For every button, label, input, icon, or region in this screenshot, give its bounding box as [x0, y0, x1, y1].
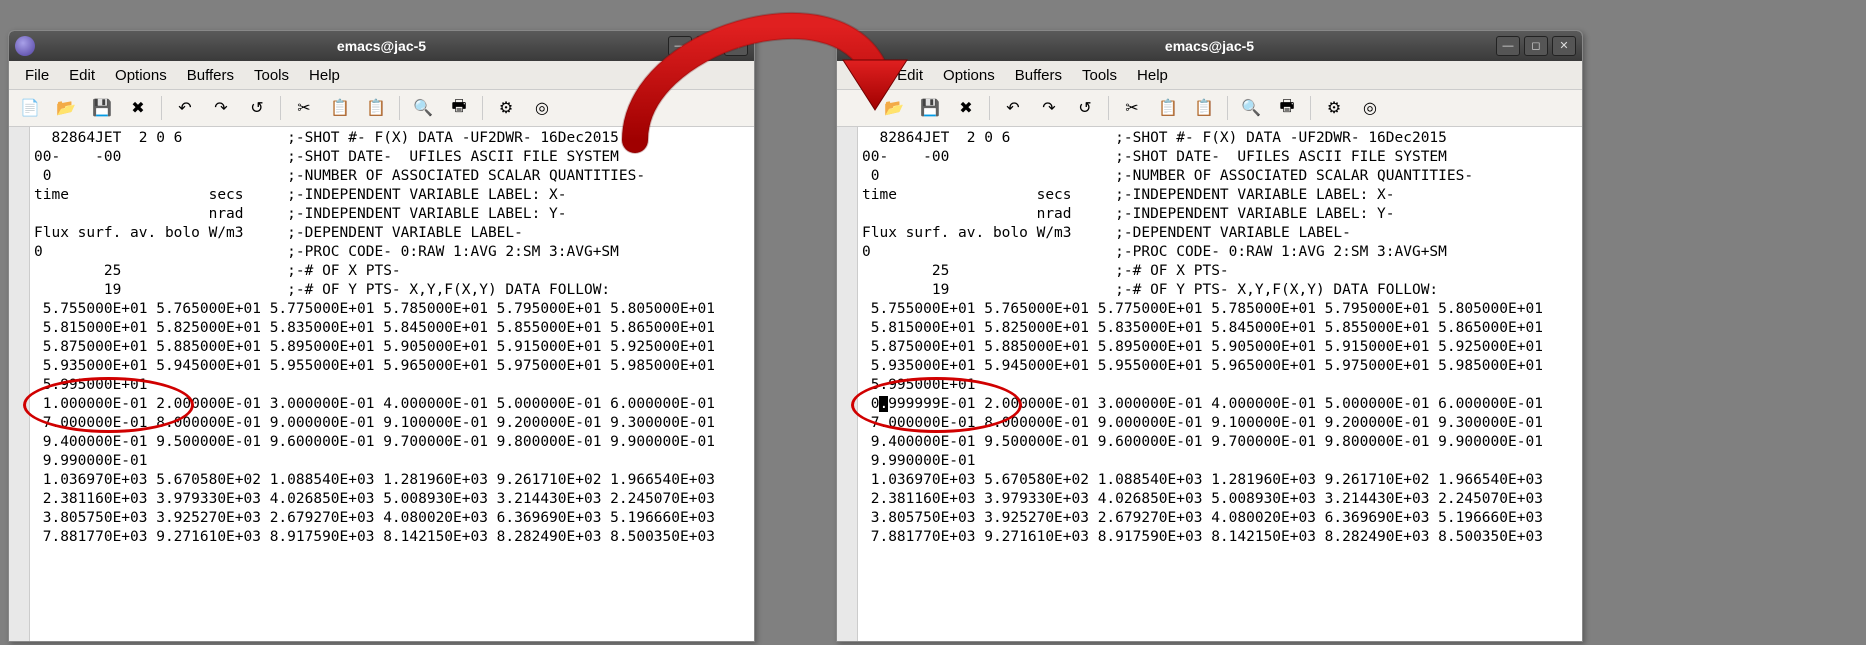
menu-edit[interactable]: Edit	[887, 64, 933, 87]
menu-tools[interactable]: Tools	[1072, 64, 1127, 87]
close-window-button[interactable]: ✕	[724, 36, 748, 56]
editor-area: 82864JET 2 0 6 ;-SHOT #- F(X) DATA -UF2D…	[9, 127, 754, 641]
fringe	[9, 127, 30, 641]
undo-icon[interactable]: ↶	[170, 93, 200, 123]
menu-help[interactable]: Help	[1127, 64, 1178, 87]
save-icon[interactable]: 💾	[87, 93, 117, 123]
toolbar: 📄📂💾✖↶↷↺✂📋📋🔍🖶⚙◎	[9, 90, 754, 127]
cut-icon[interactable]: ✂	[1117, 93, 1147, 123]
minimize-button[interactable]: —	[668, 36, 692, 56]
window-title: emacs@jac-5	[337, 38, 426, 54]
menu-buffers[interactable]: Buffers	[177, 64, 244, 87]
menubar: File Edit Options Buffers Tools Help	[9, 61, 754, 90]
maximize-button[interactable]: ◻	[696, 36, 720, 56]
menu-tools[interactable]: Tools	[244, 64, 299, 87]
redo-icon[interactable]: ↷	[1034, 93, 1064, 123]
help-icon[interactable]: ◎	[527, 93, 557, 123]
copy-icon[interactable]: 📋	[325, 93, 355, 123]
toolbar-separator	[989, 96, 990, 120]
paste-icon[interactable]: 📋	[361, 93, 391, 123]
revert-icon[interactable]: ↺	[1070, 93, 1100, 123]
search-icon[interactable]: 🔍	[1236, 93, 1266, 123]
new-file-icon[interactable]: 📄	[15, 93, 45, 123]
editor-area: 82864JET 2 0 6 ;-SHOT #- F(X) DATA -UF2D…	[837, 127, 1582, 641]
maximize-button[interactable]: ◻	[1524, 36, 1548, 56]
toolbar-separator	[1227, 96, 1228, 120]
menu-help[interactable]: Help	[299, 64, 350, 87]
menu-buffers[interactable]: Buffers	[1005, 64, 1072, 87]
prefs-icon[interactable]: ⚙	[491, 93, 521, 123]
paste-icon[interactable]: 📋	[1189, 93, 1219, 123]
toolbar-separator	[1310, 96, 1311, 120]
save-icon[interactable]: 💾	[915, 93, 945, 123]
window-controls: — ◻ ✕	[668, 36, 748, 56]
open-file-icon[interactable]: 📂	[51, 93, 81, 123]
print-icon[interactable]: 🖶	[444, 93, 474, 123]
menubar: File Edit Options Buffers Tools Help	[837, 61, 1582, 90]
menu-options[interactable]: Options	[933, 64, 1005, 87]
text-buffer[interactable]: 82864JET 2 0 6 ;-SHOT #- F(X) DATA -UF2D…	[858, 127, 1582, 641]
text-buffer[interactable]: 82864JET 2 0 6 ;-SHOT #- F(X) DATA -UF2D…	[30, 127, 754, 641]
menu-file[interactable]: File	[15, 64, 59, 87]
emacs-app-icon	[843, 36, 863, 56]
close-icon[interactable]: ✖	[951, 93, 981, 123]
fringe	[837, 127, 858, 641]
menu-options[interactable]: Options	[105, 64, 177, 87]
emacs-window-left: emacs@jac-5 — ◻ ✕ File Edit Options Buff…	[8, 30, 755, 642]
help-icon[interactable]: ◎	[1355, 93, 1385, 123]
close-icon[interactable]: ✖	[123, 93, 153, 123]
window-title: emacs@jac-5	[1165, 38, 1254, 54]
toolbar-separator	[482, 96, 483, 120]
toolbar-separator	[1108, 96, 1109, 120]
open-file-icon[interactable]: 📂	[879, 93, 909, 123]
close-window-button[interactable]: ✕	[1552, 36, 1576, 56]
titlebar[interactable]: emacs@jac-5 — ◻ ✕	[9, 31, 754, 61]
window-controls: — ◻ ✕	[1496, 36, 1576, 56]
menu-edit[interactable]: Edit	[59, 64, 105, 87]
redo-icon[interactable]: ↷	[206, 93, 236, 123]
emacs-app-icon	[15, 36, 35, 56]
prefs-icon[interactable]: ⚙	[1319, 93, 1349, 123]
toolbar-separator	[161, 96, 162, 120]
print-icon[interactable]: 🖶	[1272, 93, 1302, 123]
undo-icon[interactable]: ↶	[998, 93, 1028, 123]
search-icon[interactable]: 🔍	[408, 93, 438, 123]
titlebar[interactable]: emacs@jac-5 — ◻ ✕	[837, 31, 1582, 61]
text-cursor: .	[879, 396, 888, 412]
toolbar-separator	[280, 96, 281, 120]
emacs-window-right: emacs@jac-5 — ◻ ✕ File Edit Options Buff…	[836, 30, 1583, 642]
minimize-button[interactable]: —	[1496, 36, 1520, 56]
cut-icon[interactable]: ✂	[289, 93, 319, 123]
toolbar-separator	[399, 96, 400, 120]
copy-icon[interactable]: 📋	[1153, 93, 1183, 123]
toolbar: 📄📂💾✖↶↷↺✂📋📋🔍🖶⚙◎	[837, 90, 1582, 127]
revert-icon[interactable]: ↺	[242, 93, 272, 123]
